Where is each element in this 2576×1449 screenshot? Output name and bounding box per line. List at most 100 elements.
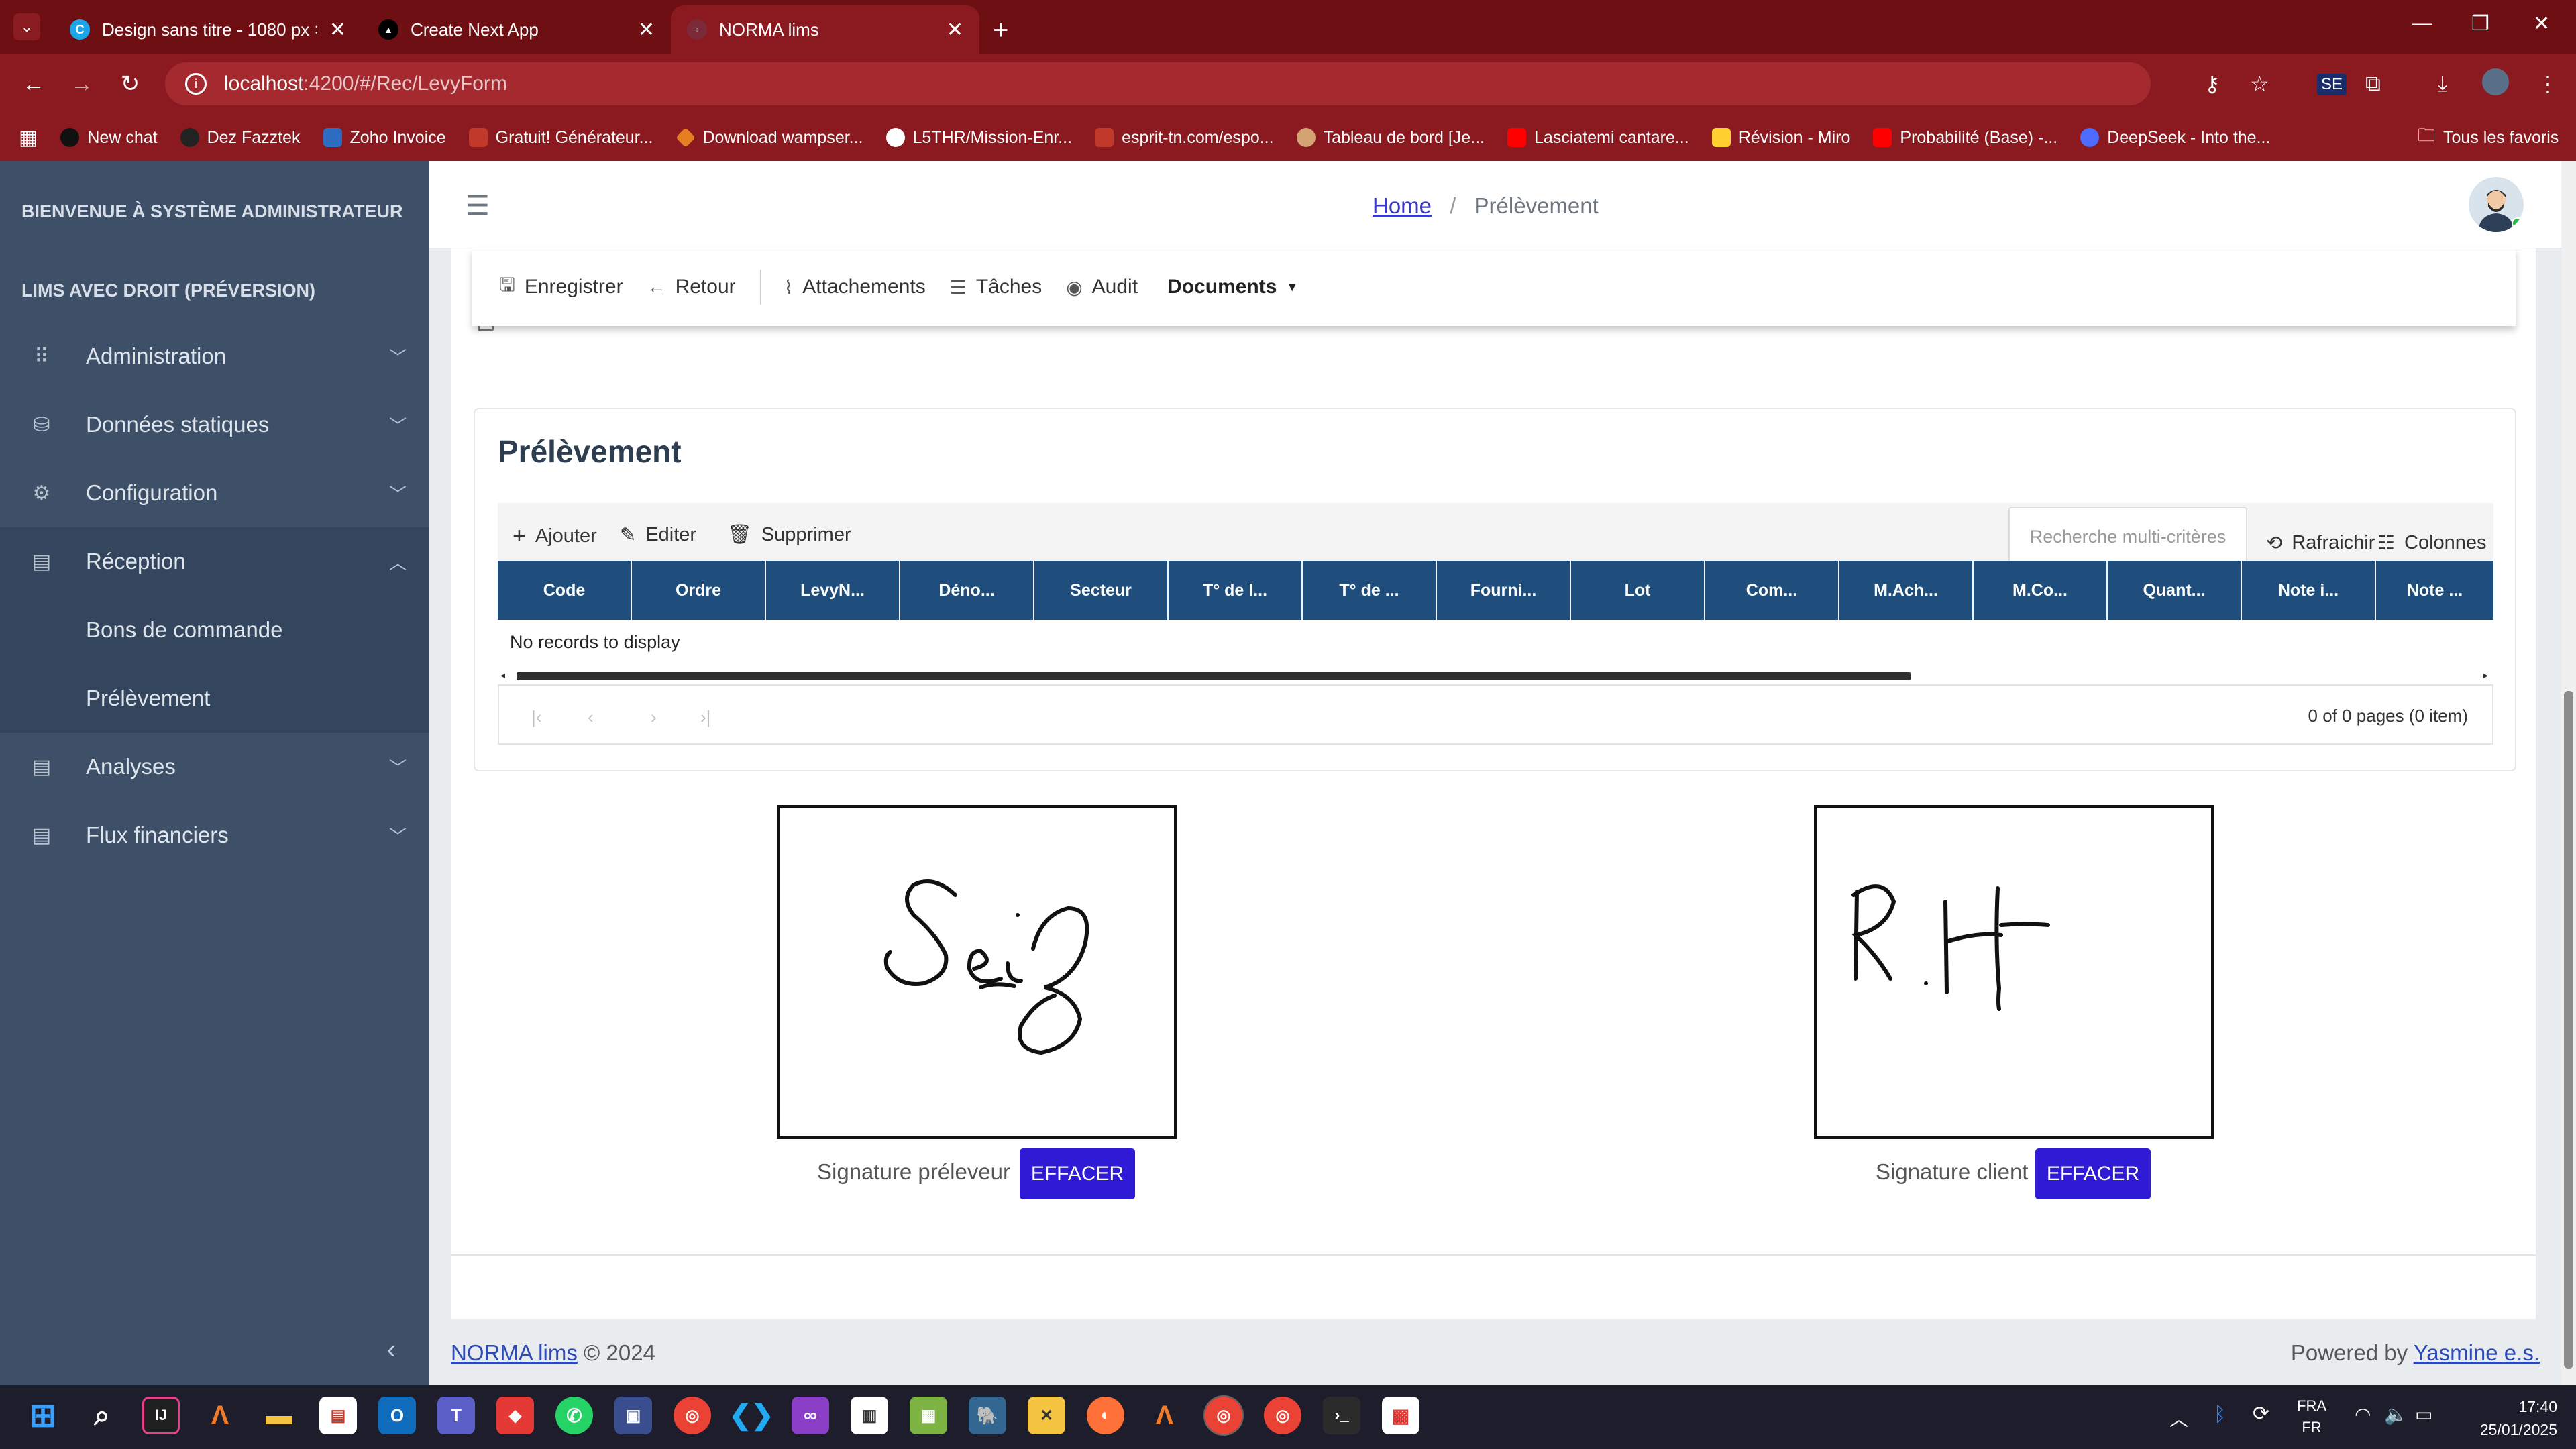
column-header-note-i[interactable]: Note i... — [2242, 561, 2376, 620]
sidebar-subitem-prelevement[interactable]: Prélèvement — [0, 664, 429, 733]
visual-studio-icon[interactable]: ∞ — [792, 1397, 829, 1434]
close-tab-icon[interactable]: ✕ — [638, 18, 655, 42]
tab-search-icon[interactable]: ⌄ — [13, 13, 40, 40]
column-header-temp-2[interactable]: T° de ... — [1303, 561, 1437, 620]
horizontal-scrollbar[interactable] — [517, 672, 1911, 680]
whatsapp-icon[interactable]: ✆ — [555, 1397, 593, 1434]
reload-icon[interactable]: ↻ — [115, 70, 145, 97]
edit-button[interactable]: ✎ Editer — [620, 523, 696, 547]
signature-client-pad[interactable] — [1814, 805, 2214, 1139]
app-icon[interactable]: ▩ — [1382, 1397, 1419, 1434]
sidebar-item-flux-financiers[interactable]: ▤ Flux financiers ﹀ — [0, 801, 429, 869]
column-header-levyn[interactable]: LevyN... — [766, 561, 900, 620]
restore-icon[interactable]: ❐ — [2471, 12, 2489, 36]
volume-icon[interactable]: 🔈 — [2384, 1403, 2408, 1426]
sidebar-item-donnees-statiques[interactable]: ⛁ Données statiques ﹀ — [0, 390, 429, 459]
breadcrumb-home-link[interactable]: Home — [1373, 193, 1432, 218]
close-tab-icon[interactable]: ✕ — [947, 18, 963, 42]
extension-icon[interactable]: SE — [2317, 74, 2347, 95]
column-header-temp-1[interactable]: T° de l... — [1169, 561, 1303, 620]
postgres-icon[interactable]: 🐘 — [969, 1397, 1006, 1434]
bookmark-item[interactable]: Zoho Invoice — [323, 128, 446, 148]
chrome-icon[interactable]: ◎ — [1264, 1397, 1301, 1434]
minimize-icon[interactable]: — — [2412, 12, 2432, 35]
bluetooth-icon[interactable]: ᛒ — [2214, 1403, 2226, 1426]
clear-signature-client-button[interactable]: EFFACER — [2035, 1148, 2151, 1199]
footer-author-link[interactable]: Yasmine e.s. — [2414, 1340, 2540, 1365]
hamburger-menu-icon[interactable]: ☰ — [466, 191, 490, 221]
sidebar-subitem-bons-de-commande[interactable]: Bons de commande — [0, 596, 429, 664]
column-header-fourni[interactable]: Fourni... — [1437, 561, 1571, 620]
more-menu-icon[interactable]: ⋮ — [2537, 71, 2559, 97]
browser-tab-3-active[interactable]: ◦ NORMA lims ✕ — [671, 5, 979, 54]
next-page-icon[interactable]: › — [651, 707, 657, 728]
outlook-icon[interactable]: O — [378, 1397, 416, 1434]
browser-tab-2[interactable]: ▲ Create Next App ✕ — [362, 5, 671, 54]
clear-signature-preleveur-button[interactable]: EFFACER — [1020, 1148, 1135, 1199]
chrome-icon[interactable]: ◎ — [674, 1397, 711, 1434]
vertical-scrollbar[interactable] — [2561, 161, 2576, 1385]
password-key-icon[interactable]: ⚷ — [2204, 71, 2220, 97]
app-icon[interactable]: ◆ — [496, 1397, 534, 1434]
app-icon[interactable]: ▣ — [614, 1397, 652, 1434]
bookmark-item[interactable]: DeepSeek - Into the... — [2080, 128, 2270, 148]
audit-button[interactable]: ◉ Audit — [1066, 276, 1138, 299]
terminal-icon[interactable]: ›_ — [1323, 1397, 1360, 1434]
bookmark-star-icon[interactable]: ☆ — [2250, 71, 2269, 97]
attachments-button[interactable]: ⌇ Attachements — [784, 276, 926, 299]
app-icon[interactable]: ▦ — [910, 1397, 947, 1434]
app-icon[interactable]: ✕ — [1028, 1397, 1065, 1434]
column-header-lot[interactable]: Lot — [1571, 561, 1705, 620]
chrome-icon-active[interactable]: ◎ — [1203, 1395, 1244, 1436]
browser-tab-1[interactable]: C Design sans titre - 1080 px × 10 ✕ — [54, 5, 362, 54]
column-header-note[interactable]: Note ... — [2376, 561, 2493, 620]
back-arrow-icon[interactable]: ← — [19, 71, 48, 97]
all-bookmarks-folder[interactable]: 🗀 Tous les favoris — [2418, 123, 2559, 152]
back-button[interactable]: ← Retour — [647, 276, 736, 299]
chevron-up-icon[interactable]: ︿ — [2169, 1405, 2188, 1432]
bookmark-item[interactable]: Probabilité (Base) -... — [1873, 128, 2057, 148]
search-input[interactable]: Recherche multi-critères — [2008, 507, 2247, 566]
scrollbar-thumb[interactable] — [2564, 691, 2573, 1368]
first-page-icon[interactable]: |‹ — [531, 707, 541, 728]
save-button[interactable]: 🖫 Enregistrer — [499, 271, 623, 303]
prev-page-icon[interactable]: ‹ — [588, 707, 594, 728]
column-header-ordre[interactable]: Ordre — [632, 561, 766, 620]
new-tab-button[interactable]: + — [979, 15, 1022, 54]
language-indicator[interactable]: FRA FR — [2297, 1395, 2326, 1438]
bookmark-item[interactable]: Tableau de bord [Je... — [1296, 128, 1485, 148]
bookmark-item[interactable]: Download wampser... — [675, 127, 863, 148]
download-icon[interactable]: ⤓ — [2438, 71, 2447, 97]
sidebar-item-configuration[interactable]: ⚙ Configuration ﹀ — [0, 459, 429, 527]
app-icon[interactable]: ▥ — [851, 1397, 888, 1434]
column-header-deno[interactable]: Déno... — [900, 561, 1034, 620]
scroll-left-icon[interactable]: ◂ — [500, 669, 505, 681]
app-icon[interactable]: Λ — [201, 1397, 239, 1434]
sync-icon[interactable]: ⟳ — [2253, 1402, 2269, 1426]
delete-button[interactable]: 🗑 Supprimer — [727, 523, 851, 546]
add-button[interactable]: + Ajouter — [513, 523, 597, 549]
bookmark-item[interactable]: Révision - Miro — [1711, 128, 1850, 148]
clock[interactable]: 17:40 25/01/2025 — [2463, 1395, 2557, 1441]
teams-icon[interactable]: T — [437, 1397, 475, 1434]
bookmark-item[interactable]: L5THR/Mission-Enr... — [885, 128, 1072, 148]
last-page-icon[interactable]: ›| — [700, 707, 710, 728]
battery-icon[interactable]: ▭ — [2415, 1403, 2432, 1426]
bookmark-item[interactable]: Dez Fazztek — [180, 128, 301, 148]
bookmark-item[interactable]: esprit-tn.com/espo... — [1095, 128, 1274, 148]
bookmark-item[interactable]: New chat — [60, 128, 158, 148]
forward-arrow-icon[interactable]: → — [67, 71, 97, 97]
sidebar-collapse-icon[interactable]: ‹ — [387, 1335, 396, 1365]
jetbrains-icon[interactable]: IJ — [142, 1397, 180, 1434]
app-icon[interactable]: ▤ — [319, 1397, 357, 1434]
column-header-com[interactable]: Com... — [1705, 561, 1839, 620]
vscode-icon[interactable]: ❮❯ — [729, 1397, 773, 1434]
columns-button[interactable]: ☷ Colonnes — [2377, 531, 2487, 555]
bookmark-item[interactable]: Gratuit! Générateur... — [468, 128, 653, 148]
tasks-button[interactable]: ☰ Tâches — [950, 276, 1042, 299]
wifi-icon[interactable]: ◠ — [2355, 1403, 2371, 1426]
column-header-mach[interactable]: M.Ach... — [1839, 561, 1974, 620]
close-window-icon[interactable]: ✕ — [2533, 12, 2550, 36]
column-header-quant[interactable]: Quant... — [2108, 561, 2242, 620]
documents-dropdown[interactable]: Documents ▼ — [1167, 276, 1298, 299]
